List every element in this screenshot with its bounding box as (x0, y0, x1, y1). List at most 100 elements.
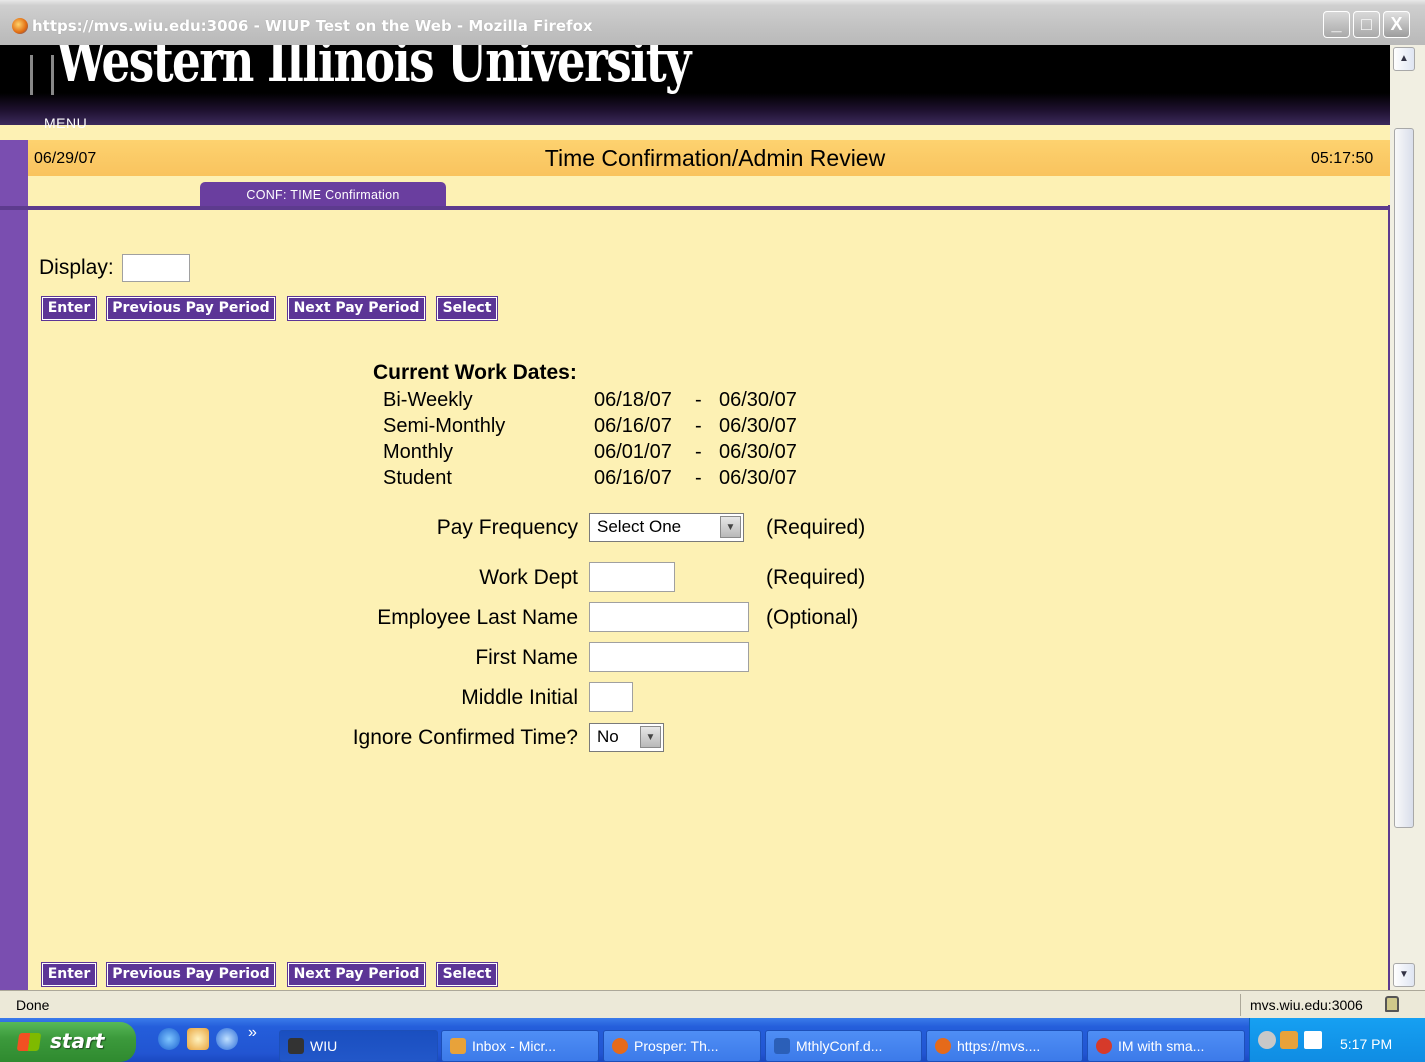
pay-frequency-select[interactable]: Select One ▼ (589, 513, 744, 542)
pay-frequency-name: Semi-Monthly (383, 415, 506, 437)
network-icon[interactable] (1304, 1031, 1322, 1049)
firefox-icon (12, 18, 28, 34)
left-border (0, 176, 28, 990)
pay-frequency-name: Bi-Weekly (383, 389, 473, 411)
work-dept-input[interactable] (589, 562, 675, 592)
pay-frequency-name: Student (383, 467, 452, 489)
chevron-down-icon[interactable]: ▼ (640, 726, 661, 748)
end-date: 06/30/07 (719, 415, 797, 437)
back-arrow-icon[interactable] (1258, 1031, 1276, 1049)
task-label: IM with sma... (1118, 1038, 1205, 1054)
date-separator: - (695, 415, 702, 437)
taskbar-item-https-mvs[interactable]: https://mvs.... (926, 1030, 1083, 1062)
window-titlebar: https://mvs.wiu.edu:3006 - WIUP Test on … (0, 0, 1425, 45)
start-date: 06/01/07 (594, 441, 672, 463)
university-emblem-icon (30, 55, 54, 95)
next-pay-period-button[interactable]: Next Pay Period (287, 962, 426, 987)
previous-pay-period-button[interactable]: Previous Pay Period (106, 296, 276, 321)
end-date: 06/30/07 (719, 441, 797, 463)
pay-frequency-required-note: (Required) (766, 516, 866, 539)
scroll-up-icon[interactable]: ▲ (1393, 47, 1415, 71)
enter-button[interactable]: Enter (41, 962, 97, 987)
task-label: https://mvs.... (957, 1038, 1041, 1054)
end-date: 06/30/07 (719, 389, 797, 411)
first-name-label: First Name (475, 646, 578, 669)
task-label: Inbox - Micr... (472, 1038, 557, 1054)
site-header: Western Illinois University MENU (0, 45, 1390, 131)
clock-icon[interactable] (1280, 1031, 1298, 1049)
work-dept-label: Work Dept (479, 566, 578, 589)
browser-icon[interactable] (216, 1028, 238, 1050)
previous-pay-period-button[interactable]: Previous Pay Period (106, 962, 276, 987)
taskbar-item-prosper[interactable]: Prosper: Th... (603, 1030, 761, 1062)
maximize-button[interactable]: □ (1353, 11, 1380, 38)
middle-initial-input[interactable] (589, 682, 633, 712)
pay-frequency-label: Pay Frequency (436, 516, 578, 539)
ie-icon[interactable] (158, 1028, 180, 1050)
taskbar-item-mthlyconf[interactable]: MthlyConf.d... (765, 1030, 922, 1062)
word-doc-icon (774, 1038, 790, 1054)
start-date: 06/16/07 (594, 467, 672, 489)
taskbar-item-wiu[interactable]: WIU (279, 1030, 438, 1062)
ignore-confirmed-label: Ignore Confirmed Time? (352, 726, 578, 749)
university-logo: Western Illinois University (56, 45, 691, 95)
page-content: Western Illinois University MENU 06/29/0… (0, 45, 1390, 990)
status-host: mvs.wiu.edu:3006 (1240, 994, 1380, 1016)
display-input[interactable] (122, 254, 190, 282)
last-name-optional-note: (Optional) (766, 606, 859, 629)
ignore-confirmed-selected: No (597, 727, 619, 746)
scroll-thumb[interactable] (1394, 128, 1414, 828)
im-icon (1096, 1038, 1112, 1054)
page-title: Time Confirmation/Admin Review (544, 145, 886, 171)
start-date: 06/16/07 (594, 415, 672, 437)
select-button[interactable]: Select (436, 296, 498, 321)
start-label: start (50, 1029, 105, 1053)
select-button[interactable]: Select (436, 962, 498, 987)
outlook-icon (450, 1038, 466, 1054)
last-name-label: Employee Last Name (377, 606, 578, 629)
vertical-scrollbar[interactable]: ▲ ▼ (1390, 45, 1425, 990)
end-date: 06/30/07 (719, 467, 797, 489)
pay-frequency-selected: Select One (597, 517, 682, 536)
task-label: Prosper: Th... (634, 1038, 719, 1054)
next-pay-period-button[interactable]: Next Pay Period (287, 296, 426, 321)
start-date: 06/18/07 (594, 389, 672, 411)
taskbar-item-im[interactable]: IM with sma... (1087, 1030, 1245, 1062)
start-button[interactable]: start (0, 1022, 136, 1062)
current-work-dates-title: Current Work Dates: (373, 361, 577, 384)
enter-button[interactable]: Enter (41, 296, 97, 321)
system-tray (1249, 1018, 1425, 1062)
display-label: Display: (39, 256, 114, 279)
firefox-icon (935, 1038, 951, 1054)
quicklaunch-chevron-icon[interactable]: » (248, 1024, 257, 1042)
ignore-confirmed-select[interactable]: No ▼ (589, 723, 664, 752)
taskbar-item-inbox[interactable]: Inbox - Micr... (441, 1030, 599, 1062)
first-name-input[interactable] (589, 642, 749, 672)
date-separator: - (695, 389, 702, 411)
menu-link[interactable]: MENU (44, 115, 87, 131)
status-bar: Done mvs.wiu.edu:3006 (0, 990, 1425, 1018)
header-time: 05:17:50 (1311, 150, 1374, 167)
tab-conf-time-confirmation[interactable]: CONF: TIME Confirmation (200, 182, 446, 208)
date-separator: - (695, 441, 702, 463)
tab-divider (0, 206, 1390, 210)
windows-flag-icon (16, 1033, 42, 1051)
outlook-icon[interactable] (187, 1028, 209, 1050)
task-label: WIU (310, 1038, 338, 1054)
lock-icon[interactable] (1385, 996, 1399, 1012)
pay-frequency-name: Monthly (383, 441, 454, 463)
minimize-button[interactable]: _ (1323, 11, 1350, 38)
work-dept-required-note: (Required) (766, 566, 866, 589)
app-icon (288, 1038, 304, 1054)
task-label: MthlyConf.d... (796, 1038, 883, 1054)
close-button[interactable]: X (1383, 11, 1410, 38)
chevron-down-icon[interactable]: ▼ (720, 516, 741, 538)
last-name-input[interactable] (589, 602, 749, 632)
taskbar-clock: 5:17 PM (1340, 1036, 1393, 1052)
window-title: https://mvs.wiu.edu:3006 - WIUP Test on … (32, 17, 593, 35)
middle-initial-label: Middle Initial (461, 686, 578, 709)
date-separator: - (695, 467, 702, 489)
status-text: Done (16, 997, 50, 1013)
scroll-down-icon[interactable]: ▼ (1393, 963, 1415, 987)
firefox-icon (612, 1038, 628, 1054)
